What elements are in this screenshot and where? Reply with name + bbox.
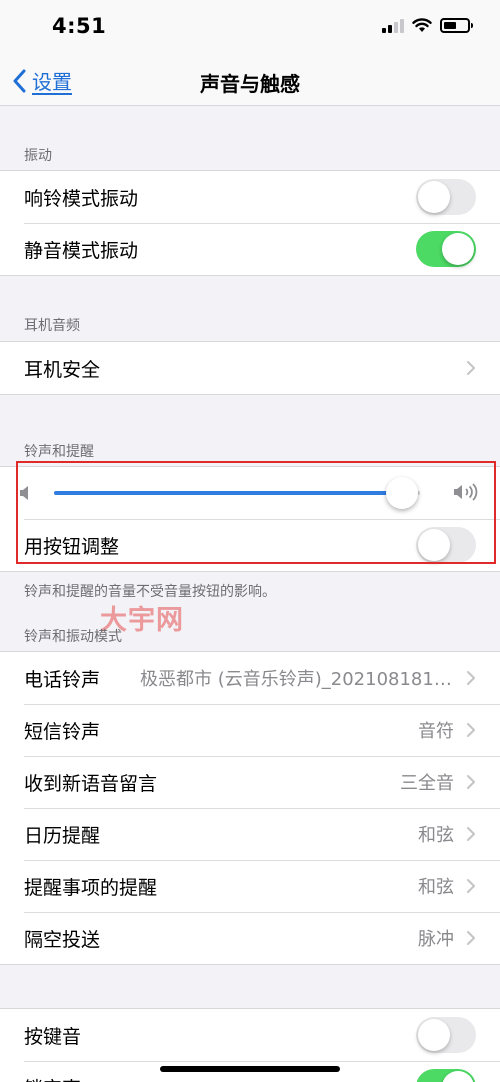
calendar-alerts-row[interactable]: 日历提醒 和弦 xyxy=(0,808,500,860)
row-value: 音符 xyxy=(418,721,454,742)
silent-mode-vibration-row: 静音模式振动 xyxy=(0,223,500,275)
change-with-buttons-row: 用按钮调整 xyxy=(0,519,500,571)
lock-sound-toggle[interactable] xyxy=(416,1069,476,1082)
row-label: 响铃模式振动 xyxy=(24,187,139,210)
row-label: 用按钮调整 xyxy=(24,535,120,558)
keyboard-clicks-toggle[interactable] xyxy=(416,1017,476,1053)
section-header-sounds-patterns: 铃声和振动模式 xyxy=(24,629,122,645)
chevron-right-icon xyxy=(467,827,475,841)
silent-vibration-toggle[interactable] xyxy=(416,231,476,267)
volume-low-icon xyxy=(20,486,28,500)
row-value: 极恶都市 (云音乐铃声)_20210818105... xyxy=(140,669,454,690)
headphone-group: 耳机安全 xyxy=(0,341,500,395)
status-time: 4:51 xyxy=(52,14,107,38)
text-tone-row[interactable]: 短信铃声 音符 xyxy=(0,704,500,756)
chevron-right-icon xyxy=(467,671,475,685)
row-label: 提醒事项的提醒 xyxy=(24,876,158,899)
ring-vibration-toggle[interactable] xyxy=(416,179,476,215)
ring-mode-vibration-row: 响铃模式振动 xyxy=(0,171,500,223)
chevron-right-icon xyxy=(467,931,475,945)
row-label: 静音模式振动 xyxy=(24,239,139,262)
row-label: 耳机安全 xyxy=(24,358,101,381)
slider-thumb[interactable] xyxy=(385,477,418,509)
row-label: 隔空投送 xyxy=(24,928,101,951)
ringer-group: 用按钮调整 xyxy=(0,466,500,572)
chevron-right-icon xyxy=(467,723,475,737)
section-header-ringers-alerts: 铃声和提醒 xyxy=(24,444,94,460)
battery-icon xyxy=(440,18,473,33)
reminder-alerts-row[interactable]: 提醒事项的提醒 和弦 xyxy=(0,860,500,912)
status-bar: 4:51 xyxy=(0,0,500,56)
row-value: 和弦 xyxy=(418,877,454,898)
vibration-group: 响铃模式振动 静音模式振动 xyxy=(0,170,500,276)
sounds-group: 电话铃声 极恶都市 (云音乐铃声)_20210818105... 短信铃声 音符… xyxy=(0,651,500,965)
keyboard-clicks-row: 按键音 xyxy=(0,1009,500,1061)
section-header-headphone-audio: 耳机音频 xyxy=(24,318,80,334)
row-label: 电话铃声 xyxy=(24,668,101,691)
row-label: 锁定声 xyxy=(24,1074,81,1082)
change-with-buttons-toggle[interactable] xyxy=(416,527,476,563)
home-indicator xyxy=(160,1066,340,1072)
row-value: 脉冲 xyxy=(418,929,454,950)
row-value: 和弦 xyxy=(418,825,454,846)
status-icons xyxy=(382,18,473,33)
row-label: 短信铃声 xyxy=(24,720,101,743)
row-label: 日历提醒 xyxy=(24,824,101,847)
headphone-safety-row[interactable]: 耳机安全 xyxy=(0,342,500,394)
row-label: 收到新语音留言 xyxy=(24,772,158,795)
section-header-vibration: 振动 xyxy=(24,148,52,164)
ringtone-row[interactable]: 电话铃声 极恶都市 (云音乐铃声)_20210818105... xyxy=(0,652,500,704)
airdrop-row[interactable]: 隔空投送 脉冲 xyxy=(0,912,500,964)
navigation-bar: 设置 声音与触感 xyxy=(0,56,500,106)
row-value: 三全音 xyxy=(400,773,454,794)
page-title: 声音与触感 xyxy=(200,72,300,96)
volume-high-icon xyxy=(454,483,478,501)
ringer-volume-row xyxy=(0,467,500,519)
chevron-right-icon xyxy=(467,775,475,789)
chevron-right-icon xyxy=(467,879,475,893)
ringer-volume-slider[interactable] xyxy=(54,491,420,495)
chevron-right-icon xyxy=(467,361,475,375)
cellular-signal-icon xyxy=(382,18,404,33)
slider-fill xyxy=(54,491,402,495)
row-label: 按键音 xyxy=(24,1025,82,1048)
wifi-icon xyxy=(412,18,432,32)
new-voicemail-row[interactable]: 收到新语音留言 三全音 xyxy=(0,756,500,808)
